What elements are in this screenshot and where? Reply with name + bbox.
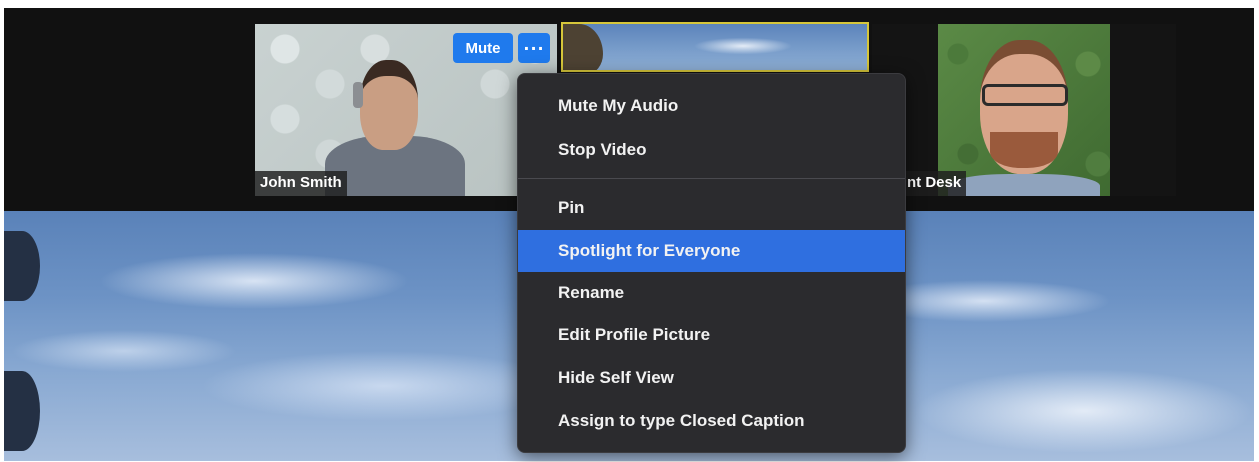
menu-item-mute-my-audio[interactable]: Mute My Audio <box>518 85 905 127</box>
menu-item-assign-closed-caption[interactable]: Assign to type Closed Caption <box>518 400 905 442</box>
menu-separator <box>518 178 905 179</box>
participant-name-label: nt Desk <box>902 171 967 196</box>
more-options-icon: ··· <box>523 38 545 58</box>
participant-beard <box>990 132 1058 168</box>
menu-item-hide-self-view[interactable]: Hide Self View <box>518 357 905 399</box>
menu-item-spotlight-for-everyone[interactable]: Spotlight for Everyone <box>518 230 905 272</box>
tree-silhouette <box>563 24 603 70</box>
more-options-button[interactable]: ··· <box>518 33 550 63</box>
menu-item-stop-video[interactable]: Stop Video <box>518 129 905 171</box>
participant-tile-active-speaker[interactable] <box>561 22 869 72</box>
tree-silhouette <box>4 371 40 451</box>
menu-item-rename[interactable]: Rename <box>518 272 905 314</box>
participant-context-menu: Mute My Audio Stop Video Pin Spotlight f… <box>517 73 906 453</box>
mute-participant-button[interactable]: Mute <box>453 33 513 63</box>
participant-glasses <box>982 84 1068 106</box>
tree-silhouette <box>4 231 40 301</box>
participant-tile-front-desk[interactable]: nt Desk <box>872 24 1176 196</box>
participant-face <box>360 60 418 150</box>
zoom-meeting-window: John Smith nt Desk Mute ··· Mute My Audi… <box>0 0 1259 462</box>
participant-name-label: John Smith <box>255 171 347 196</box>
menu-item-pin[interactable]: Pin <box>518 187 905 229</box>
headphones <box>353 82 363 108</box>
participant-body <box>948 174 1100 196</box>
menu-item-edit-profile-picture[interactable]: Edit Profile Picture <box>518 314 905 356</box>
